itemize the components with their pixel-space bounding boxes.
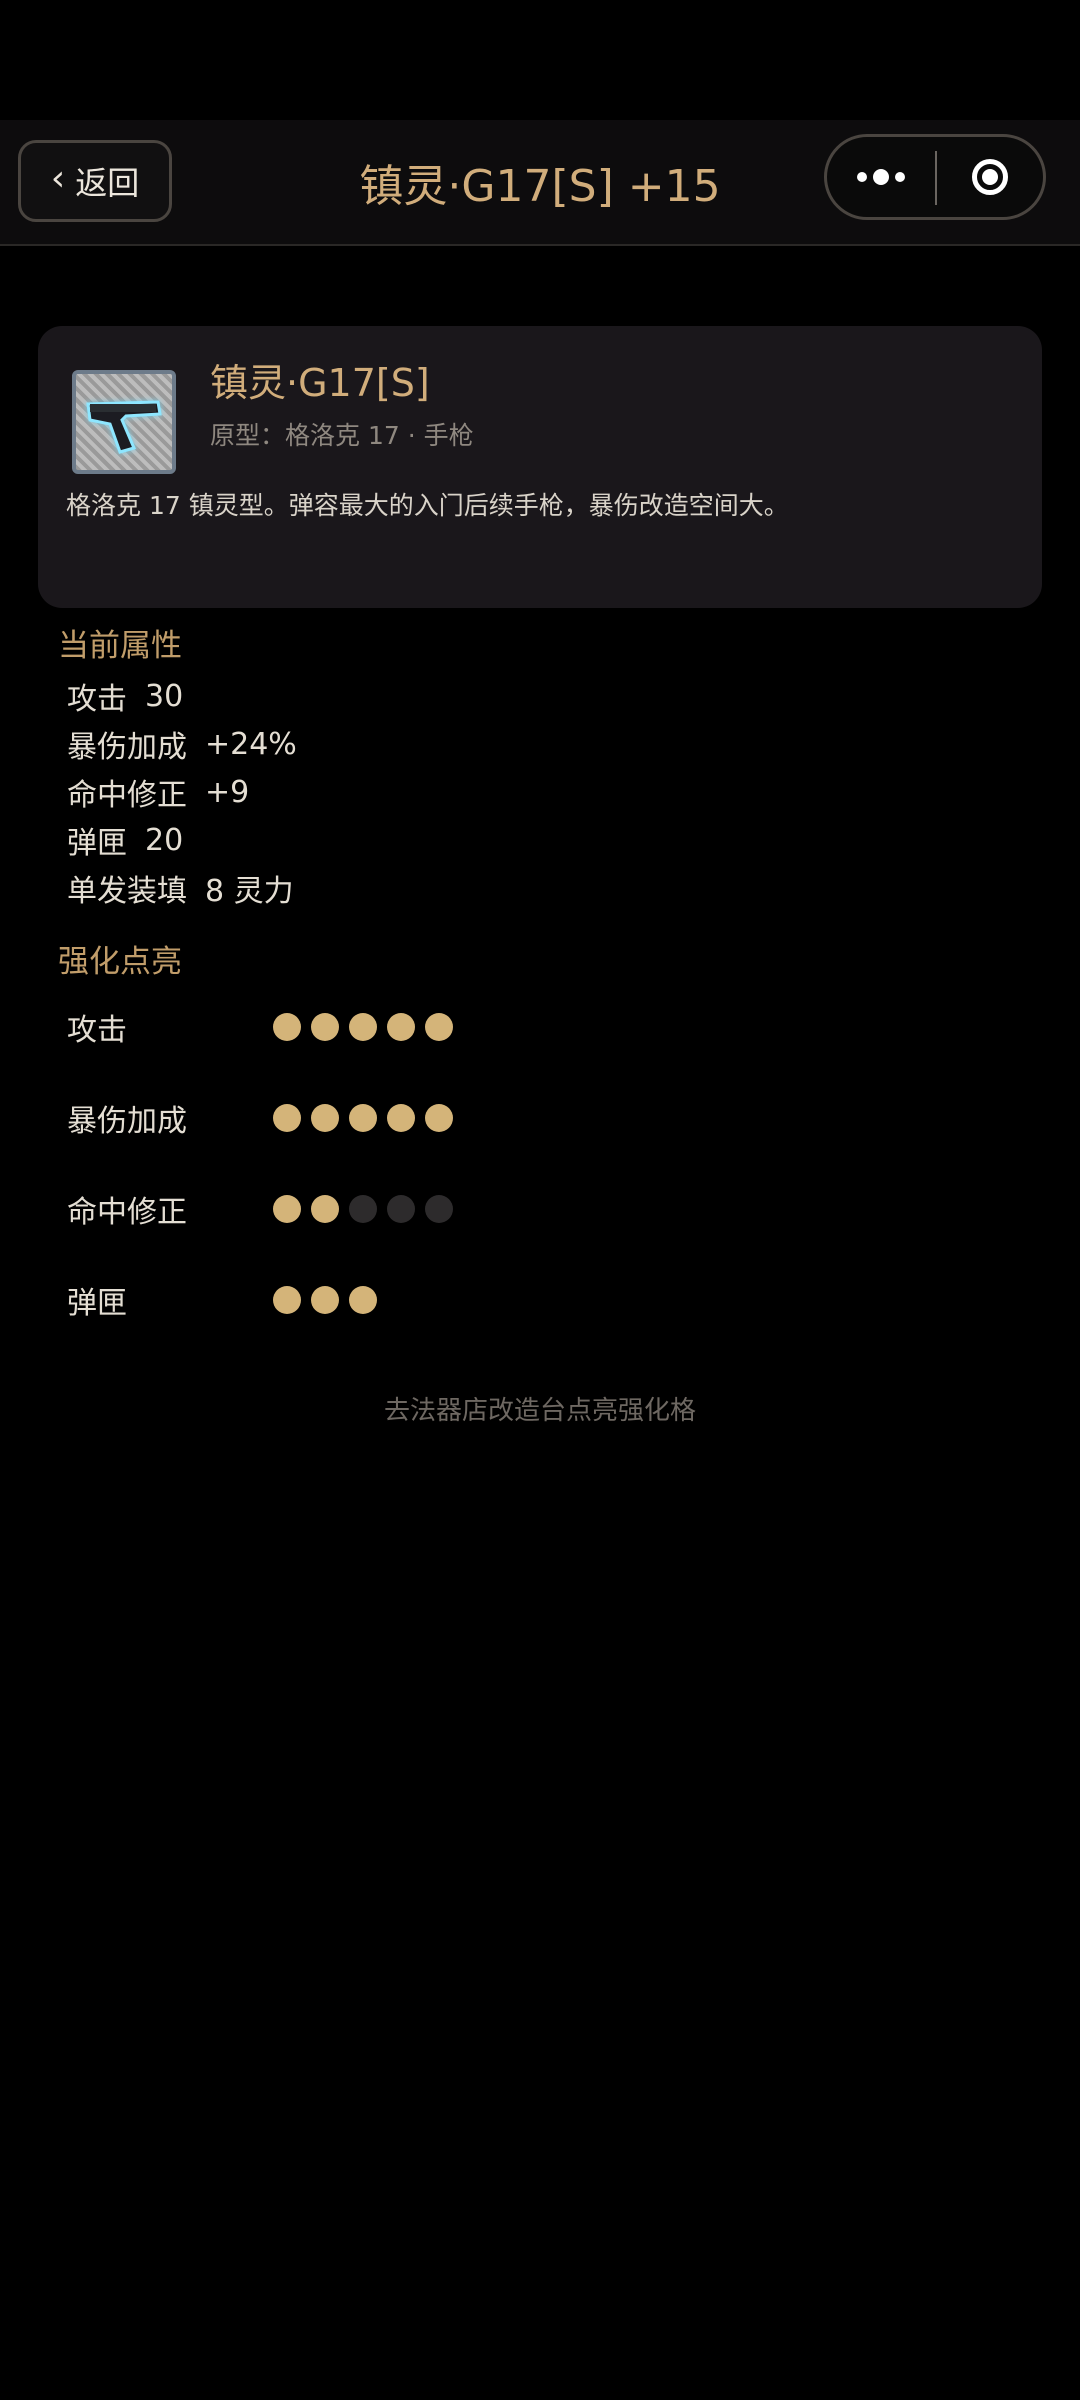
enhancement-row: 弹匣 [67,1275,967,1325]
enhancement-row: 暴伤加成 [67,1093,967,1143]
enhancement-hint: 去法器店改造台点亮强化格 [383,1396,696,1426]
attribute-row: 弹匣 20 [67,816,183,864]
pistol-image [86,400,162,454]
attribute-row: 暴伤加成 +24% [67,720,297,768]
lit-dot [387,1104,415,1132]
lit-dot [349,1013,377,1041]
mini-program-capsule [824,134,1046,220]
item-prototype: 原型：格洛克 17 · 手枪 [210,421,474,450]
lit-dot [349,1104,377,1132]
back-label: 返回 [75,164,140,202]
lit-dot [273,1286,301,1314]
attribute-value: 30 [145,678,184,714]
attribute-label: 弹匣 [67,826,127,861]
current-attributes-title: 当前属性 [58,628,182,664]
lit-dot [387,1013,415,1041]
lit-dot [311,1104,339,1132]
more-button[interactable] [827,137,935,217]
attribute-value: +9 [205,774,250,810]
lit-dot [273,1104,301,1132]
unlit-dot [349,1195,377,1223]
navigation-bar: ‹ 返回 镇灵·G17[S] +15 [0,120,1080,246]
more-dots-icon [857,172,867,182]
enhancement-row: 攻击 [67,1002,967,1052]
status-bar-area [0,0,1080,120]
lit-dot [425,1013,453,1041]
enhancement-label: 命中修正 [67,1195,187,1230]
lit-dot [425,1104,453,1132]
lit-dot [311,1013,339,1041]
attribute-label: 暴伤加成 [67,730,187,765]
close-mini-program-button[interactable] [937,137,1043,217]
lit-dot [311,1195,339,1223]
attribute-value: 20 [145,822,184,858]
attribute-row: 攻击 30 [67,672,183,720]
chevron-left-icon: ‹ [50,158,66,199]
attribute-label: 单发装填 [67,874,187,909]
enhancement-title: 强化点亮 [58,944,182,980]
target-close-icon [972,159,1008,195]
enhancement-dots [273,1013,453,1041]
enhancement-dots [273,1104,453,1132]
pistol-icon [72,370,176,474]
lit-dot [273,1013,301,1041]
enhancement-row: 命中修正 [67,1184,967,1234]
attribute-label: 命中修正 [67,778,187,813]
item-name: 镇灵·G17[S] [210,361,430,405]
attribute-row: 命中修正 +9 [67,768,249,816]
lit-dot [349,1286,377,1314]
page-title: 镇灵·G17[S] +15 [359,161,721,212]
attribute-row: 单发装填 8 灵力 [67,864,294,912]
enhancement-dots [273,1286,377,1314]
enhancement-dots [273,1195,453,1223]
attribute-label: 攻击 [67,682,127,717]
item-description: 格洛克 17 镇灵型。弹容最大的入门后续手枪，暴伤改造空间大。 [66,491,789,520]
back-button[interactable]: ‹ 返回 [18,140,172,222]
attribute-value: +24% [205,726,297,762]
attribute-value: 8 灵力 [205,874,294,909]
enhancement-label: 攻击 [67,1013,127,1048]
enhancement-label: 弹匣 [67,1286,127,1321]
unlit-dot [425,1195,453,1223]
unlit-dot [387,1195,415,1223]
lit-dot [311,1286,339,1314]
enhancement-label: 暴伤加成 [67,1104,187,1139]
item-card: 镇灵·G17[S] 原型：格洛克 17 · 手枪 格洛克 17 镇灵型。弹容最大… [38,326,1042,608]
lit-dot [273,1195,301,1223]
